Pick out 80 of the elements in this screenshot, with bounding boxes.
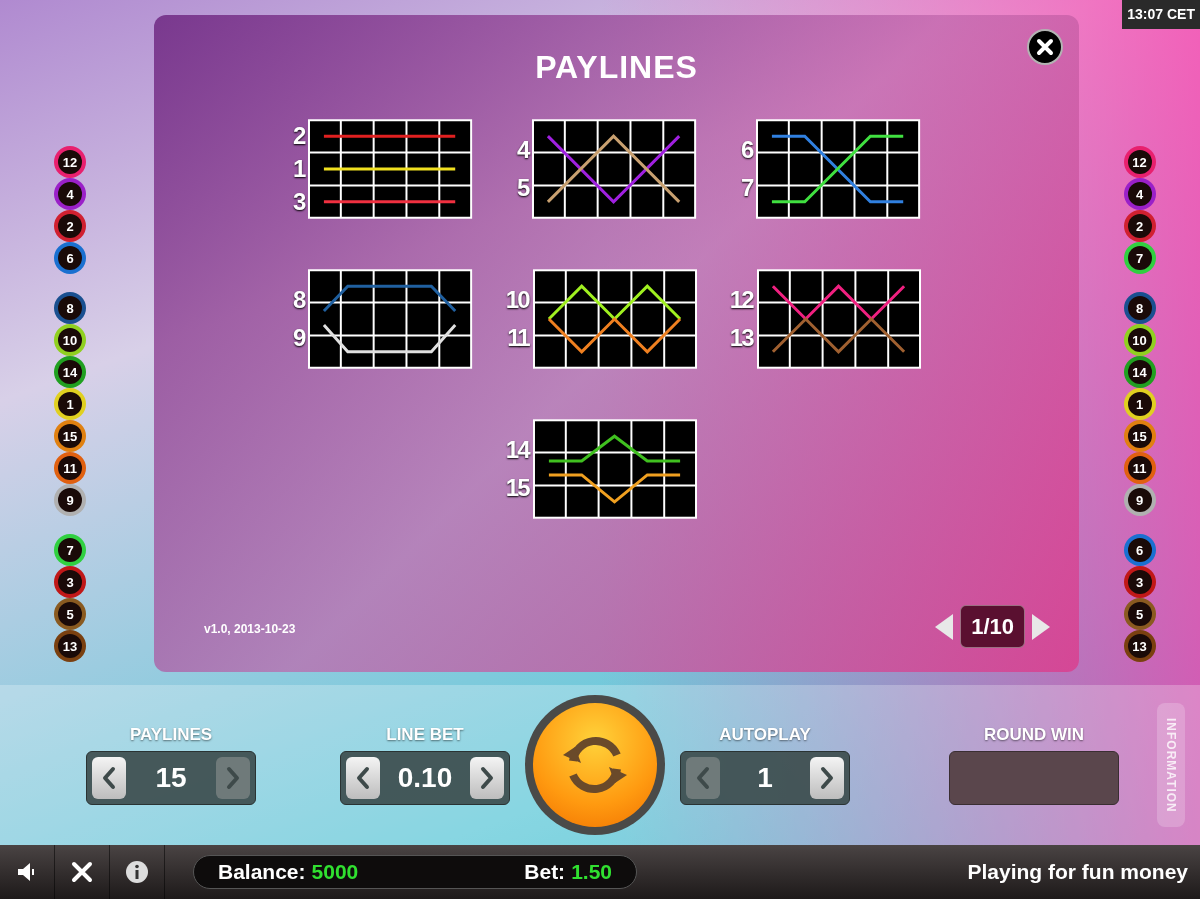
payline-number: 7: [741, 176, 753, 200]
line-number: 8: [1135, 301, 1144, 315]
line-number: 8: [66, 301, 74, 315]
payline-number: 2: [293, 123, 305, 148]
line-number: 13: [62, 639, 78, 653]
stepper-control[interactable]: 15: [86, 750, 256, 805]
payline-number: 15: [505, 476, 529, 500]
line-number: 14: [1132, 365, 1147, 379]
line-number: 3: [66, 575, 74, 589]
control-label: PAYLINES: [129, 725, 213, 743]
status-message: Playing for fun money: [967, 859, 1188, 886]
payline-number: 4: [517, 138, 529, 162]
line-number: 9: [66, 493, 74, 507]
payline-number: 13: [729, 326, 753, 350]
close-button[interactable]: [1027, 29, 1063, 65]
payline-number: 8: [293, 288, 305, 312]
version-text: v1.0, 2013-10-23: [204, 620, 296, 638]
line-number: 15: [1132, 429, 1147, 443]
balance-value: 5000: [311, 859, 359, 886]
payline-number: 3: [293, 190, 305, 215]
increase-button[interactable]: [810, 756, 844, 799]
line-number: 14: [62, 365, 78, 379]
line-number: 7: [1135, 251, 1144, 265]
chevron-left-icon: [101, 765, 117, 790]
payline-number: 6: [741, 138, 753, 162]
info-icon: [125, 860, 149, 884]
chevron-right-icon: [479, 765, 495, 790]
triangle-right-icon: [1030, 611, 1052, 642]
increase-button[interactable]: [470, 756, 504, 799]
stepper-value: 0.10: [397, 760, 453, 795]
line-number: 1: [1135, 397, 1144, 411]
control-label: AUTOPLAY: [719, 725, 811, 743]
control-label: LINE BET: [386, 725, 464, 743]
decrease-button[interactable]: [346, 756, 380, 799]
chevron-right-icon: [225, 765, 241, 790]
dialog-title: PAYLINES: [535, 48, 698, 87]
line-number: 11: [1132, 461, 1147, 475]
line-number: 12: [62, 155, 78, 169]
chevron-right-icon: [819, 765, 835, 790]
line-number: 11: [63, 461, 77, 475]
stepper-value: 1: [757, 760, 773, 795]
chevron-left-icon: [355, 765, 371, 790]
line-number: 9: [1135, 493, 1144, 507]
stepper-control[interactable]: 0.10: [340, 750, 510, 805]
bet-label: Bet:: [524, 859, 566, 886]
payline-number: 1: [293, 157, 305, 181]
line-number: 6: [66, 251, 74, 265]
stepper-control[interactable]: 1: [680, 750, 850, 805]
payline-number: 5: [517, 176, 529, 200]
line-number: 10: [62, 333, 78, 347]
triangle-left-icon: [933, 611, 956, 642]
line-number: 4: [66, 187, 74, 201]
close-icon: [1036, 38, 1054, 56]
clock: 13:07 CET: [1122, 0, 1200, 29]
payline-number: 12: [729, 288, 753, 312]
stepper-value: 15: [155, 760, 187, 795]
line-number: 10: [1132, 333, 1147, 347]
balance-label: Balance:: [218, 859, 306, 886]
line-number: 1: [66, 397, 74, 411]
line-number: 5: [1135, 607, 1144, 621]
chevron-left-icon: [695, 765, 711, 790]
line-number: 13: [1132, 639, 1147, 653]
decrease-button[interactable]: [92, 756, 126, 799]
line-number: 12: [1132, 155, 1147, 169]
line-number: 4: [1135, 187, 1144, 201]
line-number: 7: [66, 543, 74, 557]
bet-value: 1.50: [571, 859, 612, 886]
line-number: 2: [1135, 219, 1144, 233]
line-number: 3: [1135, 575, 1144, 589]
page-indicator: 1/10: [960, 605, 1025, 648]
payline-number: 11: [507, 326, 529, 350]
payline-number: 9: [293, 326, 305, 350]
tools-icon: [70, 860, 94, 884]
line-number: 2: [66, 219, 74, 233]
line-number: 6: [1135, 543, 1144, 557]
control-label: ROUND WIN: [983, 725, 1085, 743]
payline-number: 14: [505, 438, 529, 462]
line-number: 5: [66, 607, 74, 621]
payline-number: 10: [505, 288, 529, 312]
line-number: 15: [62, 429, 78, 443]
